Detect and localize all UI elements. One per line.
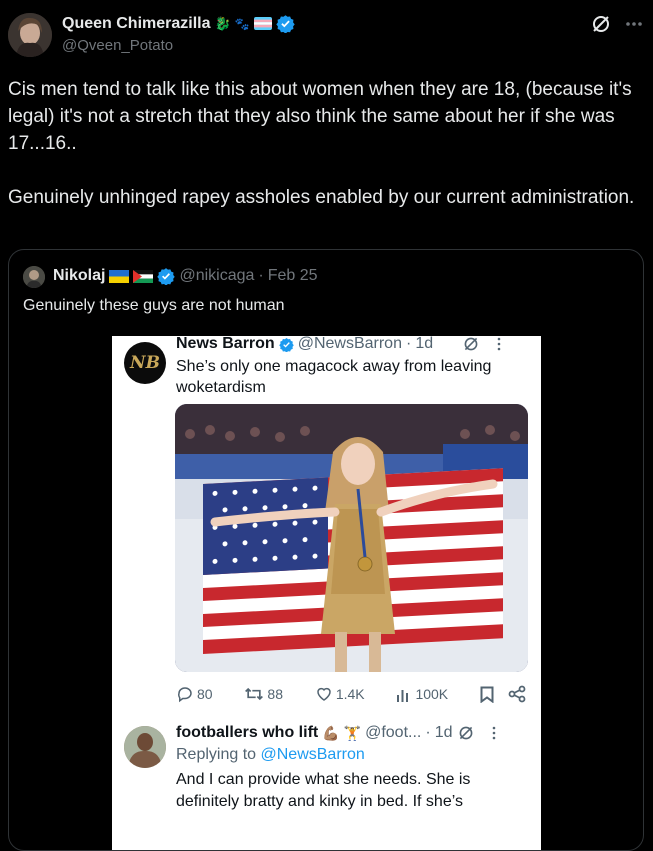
replying-prefix: Replying to <box>176 746 257 763</box>
quote-author-avatar[interactable] <box>23 266 45 288</box>
paw-emoji-icon: 🐾 <box>234 16 250 31</box>
skater-flag-photo <box>175 404 528 672</box>
quote-separator: · <box>258 267 264 284</box>
views-stat: 100K <box>396 686 448 702</box>
shot-age: 1d <box>415 336 434 352</box>
grok-icon <box>458 725 474 741</box>
reply-age: 1d <box>434 724 453 741</box>
shot-tweet-stats: 80 88 1.4K 100K <box>176 685 526 703</box>
views-count: 100K <box>415 686 449 702</box>
verified-badge-icon <box>278 337 294 352</box>
shot-tweet-text: She’s only one magacock away from leavin… <box>176 358 492 396</box>
reply-text: And I can provide what she needs. She is… <box>176 771 471 810</box>
share-group <box>480 685 526 703</box>
quoted-post[interactable]: Nikolaj @nikicaga · Feb 25 Genuinely the… <box>8 249 644 851</box>
grok-icon[interactable] <box>591 14 611 34</box>
reply-author-handle: @foot... <box>365 724 422 741</box>
more-options-icon <box>497 337 501 351</box>
verified-badge-icon <box>275 14 295 33</box>
reply-author-name: footballers who lift <box>176 724 319 741</box>
heart-icon <box>315 685 333 703</box>
palestine-flag-icon <box>133 269 154 283</box>
like-count: 1.4K <box>335 686 365 702</box>
more-options-icon <box>492 726 496 740</box>
share-icon <box>508 685 526 703</box>
dragon-emoji-icon: 🐉 <box>214 15 231 31</box>
quote-text: Genuinely these guys are not human <box>23 297 285 314</box>
weightlifter-icon: 🏋 <box>343 724 362 741</box>
shot-tweet-header: News Barron @NewsBarron · 1d <box>176 336 501 353</box>
quote-date[interactable]: Feb 25 <box>268 267 318 285</box>
post-top-actions <box>591 14 643 34</box>
author-handle[interactable]: @Qveen_Potato <box>62 37 173 54</box>
reply-header: footballers who lift 💪🏽 🏋 @foot... · 1d <box>176 724 496 742</box>
embedded-tweet-screenshot[interactable]: NB News Barron @NewsBarron · 1d She’s on… <box>112 336 541 850</box>
grok-icon <box>463 336 479 352</box>
shot-separator: · <box>405 336 412 352</box>
quote-author-name[interactable]: Nikolaj <box>53 267 105 285</box>
author-name[interactable]: Queen Chimerazilla <box>62 15 211 33</box>
repost-icon <box>244 685 264 703</box>
reply-stat: 80 <box>176 685 213 703</box>
shot-author-handle: @NewsBarron <box>297 336 402 352</box>
author-name-row[interactable]: Queen Chimerazilla 🐉 🐾 <box>62 14 295 33</box>
quote-header: Nikolaj @nikicaga · Feb 25 <box>53 267 318 285</box>
replying-to-line: Replying to @NewsBarron <box>176 746 365 764</box>
reply-separator: · <box>425 724 431 741</box>
trans-flag-icon <box>253 17 272 30</box>
like-stat: 1.4K <box>315 685 365 703</box>
reply-author-avatar <box>124 726 166 768</box>
reply-icon <box>176 685 194 703</box>
flexed-biceps-icon: 💪🏽 <box>322 724 340 741</box>
repost-count: 88 <box>267 686 283 702</box>
post-text: Cis men tend to talk like this about wom… <box>8 79 635 208</box>
news-barron-logo: NB <box>124 342 166 384</box>
shot-author-name: News Barron <box>176 336 275 352</box>
replying-to-handle: @NewsBarron <box>260 746 365 763</box>
ukraine-flag-icon <box>109 269 130 283</box>
bookmark-icon <box>480 686 494 703</box>
more-options-icon[interactable] <box>625 21 643 27</box>
reply-count: 80 <box>197 686 213 702</box>
verified-badge-icon <box>157 267 176 285</box>
views-icon <box>396 686 412 702</box>
author-avatar[interactable] <box>8 13 52 57</box>
quote-author-handle[interactable]: @nikicaga <box>179 267 254 285</box>
repost-stat: 88 <box>244 685 283 703</box>
